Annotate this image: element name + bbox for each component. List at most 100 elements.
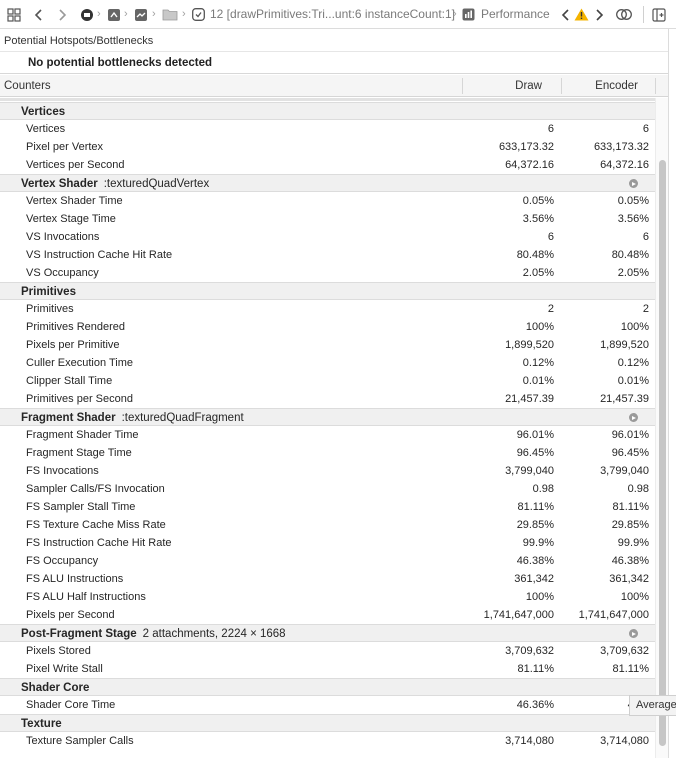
- breadcrumb-separator: ›: [152, 8, 156, 20]
- group-title-text: Vertices: [21, 106, 66, 118]
- draw-value: 81.11%: [517, 663, 555, 675]
- group-header[interactable]: Texture: [0, 714, 655, 732]
- group-header[interactable]: Vertex Shader:texturedQuadVertex: [0, 174, 655, 192]
- group-header[interactable]: Fragment Shader:texturedQuadFragment: [0, 408, 655, 426]
- warning-icon[interactable]: [573, 0, 589, 29]
- counter-row[interactable]: Pixel per Vertex 633,173.32 633,173.32: [0, 138, 655, 156]
- counter-row[interactable]: Pixel Write Stall 81.11% 81.11%: [0, 660, 655, 678]
- counter-row[interactable]: Pixels Stored 3,709,632 3,709,632: [0, 642, 655, 660]
- back-arrow-icon[interactable]: [32, 0, 46, 29]
- group-title: Vertex Shader:texturedQuadVertex: [21, 175, 209, 193]
- folder-icon[interactable]: [161, 0, 179, 29]
- draw-value: 46.36%: [516, 699, 554, 711]
- encoder-value: 96.45%: [611, 447, 649, 459]
- counters-table[interactable]: Vertices Vertices 6 6 Pixel per Vertex 633,17…: [0, 98, 655, 758]
- counter-row[interactable]: Sampler Calls/FS Invocation 0.98 0.98: [0, 480, 655, 498]
- next-issue-icon[interactable]: [593, 0, 605, 29]
- draw-value: 3,709,632: [505, 645, 554, 657]
- counter-row[interactable]: VS Instruction Cache Hit Rate 80.48% 80.48…: [0, 246, 655, 264]
- encoder-value: 21,457.39: [600, 393, 649, 405]
- draw-value: 80.48%: [516, 249, 554, 261]
- breadcrumb-separator: ›: [97, 8, 101, 20]
- go-to-source-icon[interactable]: [629, 413, 638, 422]
- forward-arrow-icon[interactable]: [55, 0, 69, 29]
- group-title: Vertices: [21, 103, 65, 121]
- counter-row[interactable]: Vertex Stage Time 3.56% 3.56%: [0, 210, 655, 228]
- counter-label: Shader Core Time: [26, 699, 116, 711]
- column-header-draw[interactable]: Draw: [515, 75, 542, 97]
- counter-row[interactable]: Pixels per Second 1,741,647,000 1,741,647,…: [0, 606, 655, 624]
- encoder-value: 0.98: [627, 483, 649, 495]
- draw-value: 0.98: [532, 483, 554, 495]
- encoder-value: 29.85%: [611, 519, 649, 531]
- counter-row[interactable]: Fragment Shader Time 96.01% 96.01%: [0, 426, 655, 444]
- counter-row[interactable]: Vertices 6 6: [0, 120, 655, 138]
- breadcrumb-separator: ›: [182, 8, 186, 20]
- capture-icon[interactable]: [79, 0, 95, 29]
- counter-row[interactable]: Texture Sampler Calls 3,714,080 3,714,080: [0, 732, 655, 750]
- performance-icon[interactable]: [461, 0, 476, 29]
- draw-call-icon[interactable]: [191, 0, 206, 29]
- counter-row[interactable]: FS Invocations 3,799,040 3,799,040: [0, 462, 655, 480]
- counter-label: Pixels Stored: [26, 645, 91, 657]
- counter-row[interactable]: FS Sampler Stall Time 81.11% 81.11%: [0, 498, 655, 516]
- group-header[interactable]: Primitives: [0, 282, 655, 300]
- add-editor-icon[interactable]: [651, 0, 667, 29]
- counter-label: Vertices per Second: [26, 159, 125, 171]
- counter-row[interactable]: Vertex Shader Time 0.05% 0.05%: [0, 192, 655, 210]
- group-header[interactable]: Post-Fragment Stage 2 attachments, 2224 ×…: [0, 624, 655, 642]
- group-header[interactable]: Vertices: [0, 102, 655, 120]
- counter-label: Vertex Shader Time: [26, 195, 123, 207]
- column-header-counters[interactable]: Counters: [4, 75, 51, 97]
- encoder-value: 0.01%: [617, 375, 649, 387]
- counter-row[interactable]: Vertices per Second 64,372.16 64,372.16: [0, 156, 655, 174]
- go-to-source-icon[interactable]: [629, 179, 638, 188]
- counter-row[interactable]: FS ALU Instructions 361,342 361,342: [0, 570, 655, 588]
- breadcrumb-performance[interactable]: Performance: [481, 0, 550, 29]
- grid-icon[interactable]: [6, 0, 22, 29]
- counter-label: VS Occupancy: [26, 267, 99, 279]
- encoder-value: 3.56%: [617, 213, 649, 225]
- counter-row[interactable]: Clipper Stall Time 0.01% 0.01%: [0, 372, 655, 390]
- counter-row[interactable]: FS Occupancy 46.38% 46.38%: [0, 552, 655, 570]
- counter-label: Primitives Rendered: [26, 321, 126, 333]
- encoder-value: 100%: [620, 321, 649, 333]
- counter-row[interactable]: Pixels per Primitive 1,899,520 1,899,520: [0, 336, 655, 354]
- go-to-source-icon[interactable]: [629, 629, 638, 638]
- previous-issue-icon[interactable]: [559, 0, 571, 29]
- scrollbar-thumb[interactable]: [659, 160, 666, 746]
- counter-row[interactable]: FS Texture Cache Miss Rate 29.85% 29.85%: [0, 516, 655, 534]
- breadcrumb-draw-call[interactable]: 12 [drawPrimitives:Tri...unt:6 instanceC…: [210, 0, 455, 29]
- counter-row[interactable]: Culler Execution Time 0.12% 0.12%: [0, 354, 655, 372]
- draw-value: 3,714,080: [505, 735, 554, 747]
- column-header-encoder[interactable]: Encoder: [595, 75, 638, 97]
- window-edge: [668, 29, 676, 758]
- column-divider[interactable]: [655, 78, 656, 94]
- column-divider[interactable]: [561, 78, 562, 94]
- table-header: Counters Draw Encoder: [0, 75, 668, 97]
- vertical-scrollbar[interactable]: [655, 98, 668, 758]
- command-buffer-icon[interactable]: [106, 0, 122, 29]
- counter-row[interactable]: Shader Core Time46.36%46.3: [0, 696, 655, 714]
- encoder-value: 81.11%: [612, 501, 650, 513]
- group-title-text: Vertex Shader: [21, 178, 98, 190]
- counter-row[interactable]: FS Instruction Cache Hit Rate 99.9% 99.9%: [0, 534, 655, 552]
- counter-row[interactable]: VS Occupancy 2.05% 2.05%: [0, 264, 655, 282]
- overlapping-circles-icon[interactable]: [615, 0, 633, 29]
- counter-row[interactable]: FS ALU Half Instructions 100% 100%: [0, 588, 655, 606]
- encoder-value: 361,342: [609, 573, 649, 585]
- encoder-value: 633,173.32: [593, 141, 649, 153]
- counter-row[interactable]: Primitives Rendered 100% 100%: [0, 318, 655, 336]
- encoder-icon[interactable]: [133, 0, 149, 29]
- encoder-value: 64,372.16: [600, 159, 649, 171]
- group-header[interactable]: Shader Core: [0, 678, 655, 696]
- counter-label: FS ALU Instructions: [26, 573, 124, 585]
- counter-label: Fragment Shader Time: [26, 429, 139, 441]
- counter-row[interactable]: VS Invocations 6 6: [0, 228, 655, 246]
- counter-row[interactable]: Primitives per Second 21,457.39 21,457.39: [0, 390, 655, 408]
- column-divider[interactable]: [462, 78, 463, 94]
- encoder-value: 1,899,520: [600, 339, 649, 351]
- counter-row[interactable]: Primitives 2 2: [0, 300, 655, 318]
- draw-value: 3.56%: [522, 213, 554, 225]
- counter-row[interactable]: Fragment Stage Time 96.45% 96.45%: [0, 444, 655, 462]
